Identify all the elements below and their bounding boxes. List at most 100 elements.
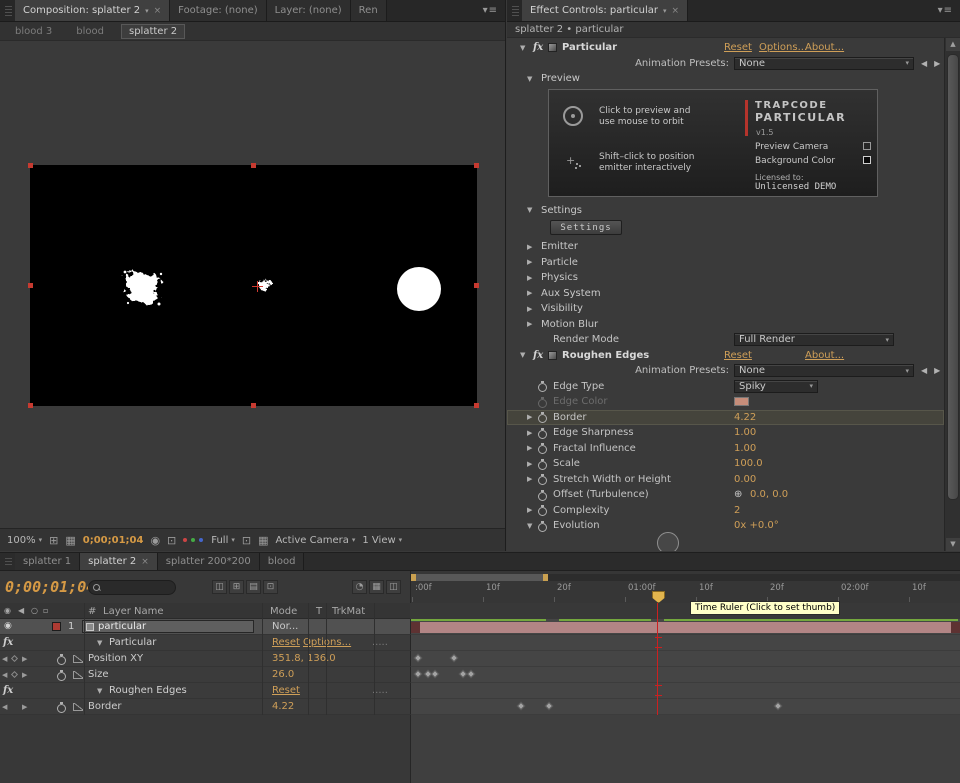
effect-group-row-roughen[interactable]: fx ▼ Roughen Edges Reset ..... (0, 683, 960, 699)
snapshot-camera-icon[interactable]: ◉ (150, 534, 160, 547)
previous-preset-icon[interactable]: ◀ (921, 366, 927, 375)
layer-label-chip[interactable] (52, 622, 61, 631)
twirl-open-icon[interactable]: ▼ (97, 687, 102, 695)
region-of-interest-icon[interactable]: ⊡ (242, 534, 251, 547)
lane-border[interactable] (410, 699, 960, 715)
reset-link[interactable]: Reset (272, 685, 300, 696)
selection-handle[interactable] (474, 283, 479, 288)
twirl-open-icon[interactable]: ▼ (97, 639, 102, 647)
selection-handle[interactable] (251, 163, 256, 168)
stopwatch-icon[interactable] (538, 505, 547, 515)
twirl-closed-icon[interactable]: ▶ (527, 305, 532, 313)
twirl-open-icon[interactable]: ▼ (527, 206, 532, 214)
preview-group-row[interactable]: ▼ Preview (507, 71, 944, 87)
render-mode-dropdown[interactable]: Full Render ▾ (734, 333, 894, 346)
group-emitter[interactable]: ▶ Emitter (507, 239, 944, 255)
next-preset-icon[interactable]: ▶ (934, 366, 940, 375)
twirl-closed-icon[interactable]: ▶ (527, 429, 532, 437)
group-physics[interactable]: ▶ Physics (507, 270, 944, 286)
previous-preset-icon[interactable]: ◀ (921, 59, 927, 68)
motion-blur-icon[interactable]: ◔ (352, 580, 367, 594)
panel-menu-icon[interactable]: ▾≡ (931, 0, 960, 21)
composition-frame[interactable] (30, 165, 477, 406)
border-value[interactable]: 4.22 (272, 701, 294, 712)
twirl-closed-icon[interactable]: ▶ (527, 413, 532, 421)
close-icon[interactable]: × (672, 6, 680, 16)
video-eye-icon[interactable]: ◉ (4, 621, 12, 631)
tab-layer[interactable]: Layer: (none) (267, 0, 351, 21)
edge-sharpness-value[interactable]: 1.00 (734, 427, 756, 438)
group-label[interactable]: Particular (109, 637, 156, 648)
viewer-tab-blood[interactable]: blood (69, 25, 111, 38)
twirl-closed-icon[interactable]: ▶ (527, 475, 532, 483)
scale-value[interactable]: 100.0 (734, 458, 763, 469)
tab-render-queue[interactable]: Ren (351, 0, 387, 21)
group-particle[interactable]: ▶ Particle (507, 255, 944, 271)
draft3d-icon[interactable]: ⊞ (229, 580, 244, 594)
options-link[interactable]: Options... (759, 42, 807, 53)
next-keyframe-icon[interactable]: ▶ (22, 703, 27, 711)
panel-menu-icon[interactable]: ▾≡ (476, 0, 505, 21)
effect-header-particular[interactable]: ▼ fx Particular Reset Options... About..… (507, 40, 944, 56)
evolution-value[interactable]: 0x +0.0° (734, 520, 779, 531)
composition-mini-flowchart-icon[interactable]: ◫ (212, 580, 227, 594)
keyframe-diamond[interactable] (517, 701, 525, 709)
twirl-open-icon[interactable]: ▼ (520, 44, 525, 52)
twirl-closed-icon[interactable]: ▶ (527, 274, 532, 282)
tab-footage[interactable]: Footage: (none) (170, 0, 266, 21)
time-ruler-scale[interactable]: :00f10f20f01:00f10f20f02:00f10f (411, 571, 960, 603)
close-icon[interactable]: × (154, 6, 162, 16)
property-row-position-xy[interactable]: ◀ ▶ Position XY 351.8, 136.0 (0, 651, 960, 667)
group-visibility[interactable]: ▶ Visibility (507, 301, 944, 317)
reset-link[interactable]: Reset (272, 637, 300, 648)
lane-roughen-group[interactable] (410, 683, 960, 699)
particular-preview-widget[interactable]: Click to preview and use mouse to orbit … (548, 89, 878, 197)
selection-handle[interactable] (474, 403, 479, 408)
layer-row[interactable]: ◉ 1 particular Nor... (0, 619, 960, 635)
brainstorm-icon[interactable]: ◫ (386, 580, 401, 594)
presets-dropdown[interactable]: None ▾ (734, 57, 914, 70)
twirl-closed-icon[interactable]: ▶ (527, 289, 532, 297)
fractal-influence-value[interactable]: 1.00 (734, 443, 756, 454)
stopwatch-icon[interactable] (57, 654, 66, 664)
resolution-dropdown[interactable]: Full ▾ (211, 535, 235, 546)
tab-effect-controls[interactable]: Effect Controls: particular ▾ × (522, 0, 688, 21)
about-link[interactable]: About... (805, 42, 844, 53)
keyframe-diamond[interactable] (450, 653, 458, 661)
stopwatch-icon[interactable] (538, 381, 547, 391)
property-row-size[interactable]: ◀ ▶ Size 26.0 (0, 667, 960, 683)
property-label[interactable]: Border (88, 701, 122, 712)
anchor-point-icon[interactable] (252, 281, 263, 292)
stopwatch-icon[interactable] (538, 474, 547, 484)
settings-group-row[interactable]: ▼ Settings (507, 203, 944, 219)
twirl-open-icon[interactable]: ▼ (520, 351, 525, 359)
next-preset-icon[interactable]: ▶ (934, 59, 940, 68)
effect-group-row-particular[interactable]: fx ▼ Particular Reset Options... ..... (0, 635, 960, 651)
timeline-tab-splatter2[interactable]: splatter 2 × (80, 553, 158, 570)
view-camera-dropdown[interactable]: Active Camera ▾ (276, 535, 356, 546)
about-link[interactable]: About... (805, 350, 844, 361)
selection-handle[interactable] (474, 163, 479, 168)
show-snapshot-icon[interactable]: ⊡ (167, 534, 176, 547)
options-link[interactable]: Options... (303, 637, 351, 648)
view-layout-dropdown[interactable]: 1 View ▾ (362, 535, 402, 546)
ec-scrollbar[interactable]: ▲ ▼ (944, 38, 960, 551)
stopwatch-icon[interactable] (538, 412, 547, 422)
current-time-indicator-line[interactable] (657, 603, 658, 715)
twirl-closed-icon[interactable]: ▶ (527, 506, 532, 514)
column-mode[interactable]: Mode (270, 606, 297, 617)
timeline-tab-splatter200[interactable]: splatter 200*200 (158, 553, 260, 570)
column-number[interactable]: # (88, 606, 96, 617)
blend-mode-dropdown[interactable]: Nor... (272, 621, 298, 632)
size-value[interactable]: 26.0 (272, 669, 294, 680)
twirl-closed-icon[interactable]: ▶ (527, 243, 532, 251)
settings-button[interactable]: Settings (550, 220, 622, 235)
tab-composition[interactable]: Composition: splatter 2 ▾ × (15, 0, 170, 21)
column-trkmat[interactable]: TrkMat (332, 606, 365, 617)
twirl-open-icon[interactable]: ▼ (527, 522, 532, 530)
group-aux-system[interactable]: ▶ Aux System (507, 286, 944, 302)
lane-particular-group[interactable] (410, 635, 960, 651)
border-row[interactable]: ▶ Border 4.22 (507, 410, 944, 426)
twirl-closed-icon[interactable]: ▶ (527, 258, 532, 266)
stopwatch-icon[interactable] (538, 443, 547, 453)
